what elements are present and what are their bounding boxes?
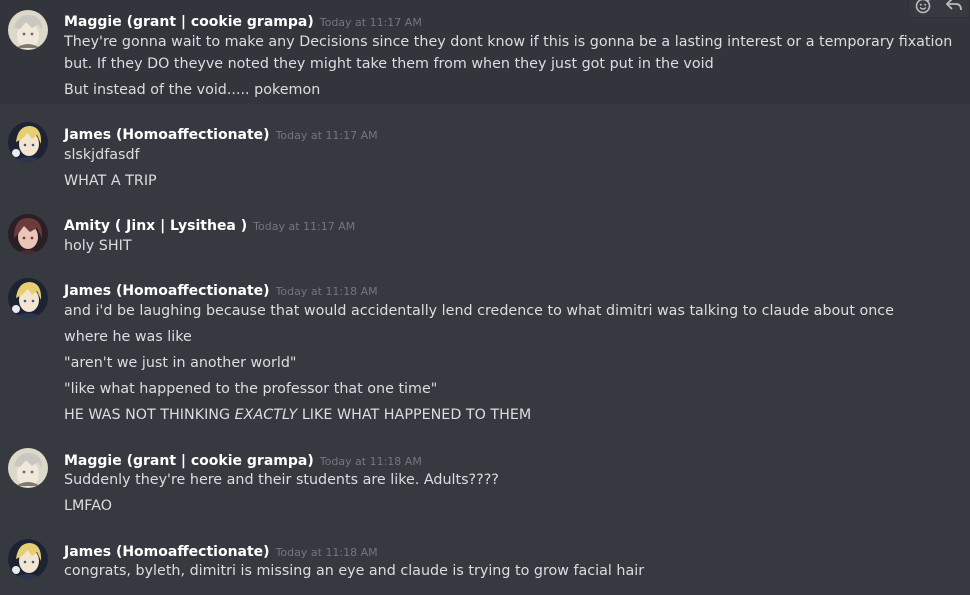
message-header: Maggie (grant | cookie grampa) Today at 1… (64, 11, 422, 30)
text-segment: HE WAS NOT THINKING (64, 407, 235, 423)
message-group[interactable]: Maggie (grant | cookie grampa) Today at 1… (0, 440, 970, 520)
message-text: Suddenly they're here and their students… (64, 472, 499, 488)
avatar[interactable] (8, 214, 48, 254)
message-text: holy SHIT (64, 238, 132, 254)
message-toolbar (908, 0, 970, 18)
timestamp: Today at 11:17 AM (319, 16, 422, 29)
emphasis-text: EXACTLY (234, 407, 298, 423)
timestamp: Today at 11:18 AM (319, 455, 422, 468)
author-name[interactable]: Maggie (grant | cookie grampa) (64, 14, 314, 30)
message-text: They're gonna wait to make any Decisions… (64, 34, 953, 72)
avatar[interactable] (8, 539, 48, 579)
message-header: James (Homoaffectionate) Today at 11:18 A… (64, 280, 378, 299)
message-text: WHAT A TRIP (64, 173, 157, 189)
timestamp: Today at 11:17 AM (253, 220, 356, 233)
message-text: LMFAO (64, 498, 112, 514)
message-text: and i'd be laughing because that would a… (64, 303, 894, 319)
message-text: "like what happened to the professor tha… (64, 381, 438, 397)
message-text: "aren't we just in another world" (64, 355, 297, 371)
message-group[interactable]: Amity ( Jinx | Lysithea ) Today at 11:17 … (0, 205, 970, 265)
message-group[interactable]: Maggie (grant | cookie grampa) Today at 1… (0, 0, 970, 104)
message-text: congrats, byleth, dimitri is missing an … (64, 563, 645, 579)
message-group[interactable]: James (Homoaffectionate) Today at 11:18 A… (0, 531, 970, 595)
message-text: where he was like (64, 329, 192, 345)
author-name[interactable]: Maggie (grant | cookie grampa) (64, 453, 314, 469)
message-header: Maggie (grant | cookie grampa) Today at 1… (64, 450, 422, 469)
message-header: James (Homoaffectionate) Today at 11:18 A… (64, 541, 378, 560)
author-name[interactable]: James (Homoaffectionate) (64, 127, 270, 143)
message-text: But instead of the void..... pokemon (64, 82, 321, 98)
message-group[interactable]: James (Homoaffectionate) Today at 11:17 A… (0, 114, 970, 194)
timestamp: Today at 11:18 AM (275, 285, 378, 298)
message-header: James (Homoaffectionate) Today at 11:17 A… (64, 124, 378, 143)
avatar[interactable] (8, 448, 48, 488)
message-group[interactable]: James (Homoaffectionate) Today at 11:18 A… (0, 270, 970, 432)
reply-icon[interactable] (943, 0, 965, 16)
avatar[interactable] (8, 278, 48, 318)
avatar[interactable] (8, 122, 48, 162)
message-text: HE WAS NOT THINKING EXACTLY LIKE WHAT HA… (64, 404, 959, 426)
timestamp: Today at 11:18 AM (275, 546, 378, 559)
avatar[interactable] (8, 10, 48, 50)
author-name[interactable]: James (Homoaffectionate) (64, 544, 270, 560)
message-header: Amity ( Jinx | Lysithea ) Today at 11:17 … (64, 215, 355, 234)
author-name[interactable]: Amity ( Jinx | Lysithea ) (64, 218, 247, 234)
add-reaction-icon[interactable] (913, 0, 935, 16)
author-name[interactable]: James (Homoaffectionate) (64, 283, 270, 299)
text-segment: LIKE WHAT HAPPENED TO THEM (297, 407, 532, 423)
timestamp: Today at 11:17 AM (275, 129, 378, 142)
message-text: slskjdfasdf (64, 147, 140, 163)
message-list: Maggie (grant | cookie grampa) Today at 1… (0, 0, 970, 595)
